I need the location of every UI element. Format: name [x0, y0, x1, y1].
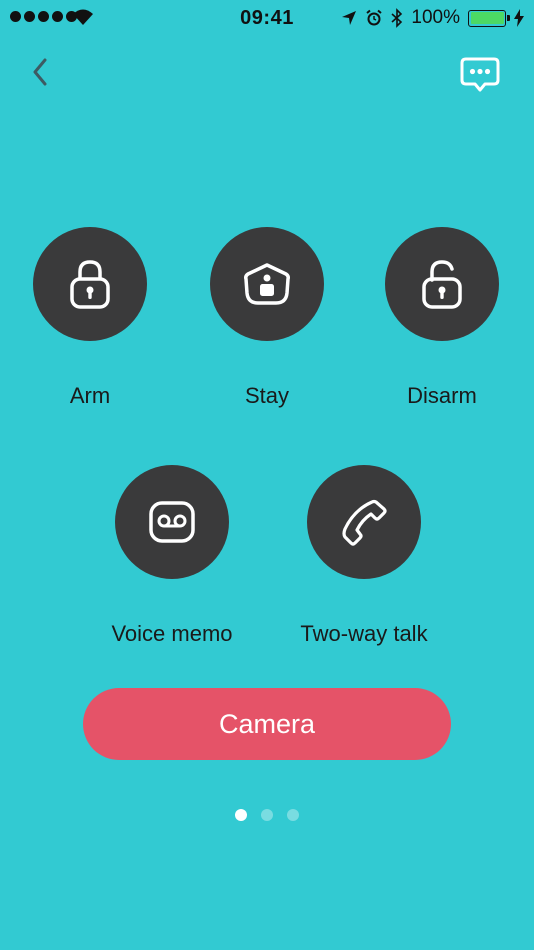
location-arrow-icon: [342, 11, 357, 25]
page-dot[interactable]: [235, 809, 247, 821]
disarm-label: Disarm: [407, 383, 477, 408]
back-button[interactable]: [22, 52, 58, 92]
stay-label: Stay: [244, 383, 290, 408]
page-indicator: [0, 809, 534, 821]
voice-memo-button[interactable]: [115, 465, 229, 579]
battery-icon: [468, 9, 510, 27]
arm-action[interactable]: Arm: [0, 227, 180, 409]
arm-label: Arm: [69, 383, 111, 408]
chat-bubble-icon[interactable]: [460, 56, 500, 94]
battery-percent: 100%: [411, 7, 460, 28]
page-dot[interactable]: [261, 809, 273, 821]
alarm-icon: [366, 9, 383, 26]
charging-bolt-icon: [514, 9, 524, 27]
camera-button[interactable]: Camera: [83, 688, 451, 760]
disarm-action[interactable]: Disarm: [352, 227, 532, 409]
phone-icon: [342, 499, 387, 546]
home-lock-icon: [244, 263, 290, 305]
stay-action[interactable]: Stay: [177, 227, 357, 409]
page-dot[interactable]: [287, 809, 299, 821]
two-way-talk-button[interactable]: [307, 465, 421, 579]
voice-memo-action[interactable]: Voice memo: [82, 465, 262, 647]
voicemail-icon: [149, 501, 195, 543]
chevron-left-icon: [33, 58, 47, 86]
two-way-talk-action[interactable]: Two-way talk: [274, 465, 454, 647]
bluetooth-icon: [391, 8, 403, 28]
disarm-button[interactable]: [385, 227, 499, 341]
lock-open-icon: [422, 260, 462, 309]
lock-closed-icon: [70, 260, 110, 309]
voice-memo-label: Voice memo: [111, 621, 233, 646]
status-right-group: 100%: [341, 6, 524, 30]
arm-button[interactable]: [33, 227, 147, 341]
stay-button[interactable]: [210, 227, 324, 341]
status-bar: 09:41 100%: [0, 0, 534, 38]
two-way-talk-label: Two-way talk: [300, 621, 428, 646]
